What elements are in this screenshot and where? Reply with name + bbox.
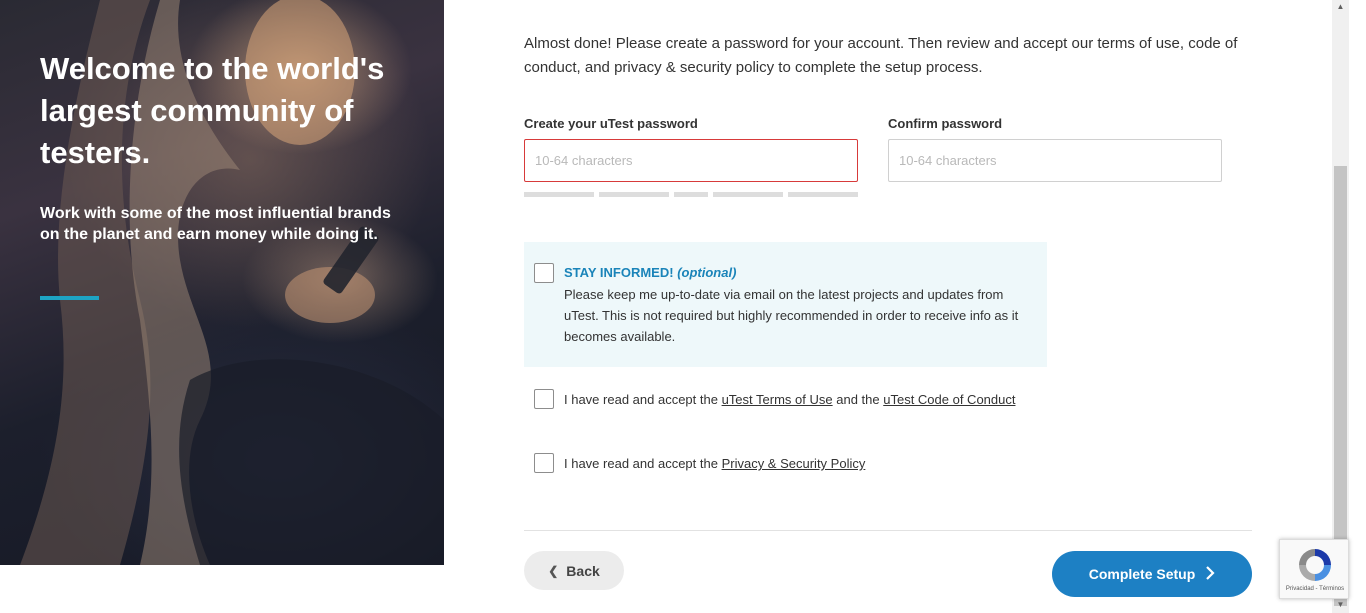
strength-segment — [788, 192, 858, 197]
terms-of-use-link[interactable]: uTest Terms of Use — [722, 392, 833, 407]
privacy-text: I have read and accept the Privacy & Sec… — [564, 453, 1024, 474]
confirm-password-input[interactable] — [888, 139, 1222, 182]
terms-prefix: I have read and accept the — [564, 392, 718, 407]
strength-segment — [524, 192, 594, 197]
complete-setup-button[interactable]: Complete Setup — [1052, 551, 1252, 597]
terms-text: I have read and accept the uTest Terms o… — [564, 389, 1024, 410]
recaptcha-badge[interactable]: Privacidad - Términos — [1279, 539, 1349, 599]
recaptcha-links[interactable]: Privacidad - Términos — [1280, 586, 1350, 592]
privacy-policy-link[interactable]: Privacy & Security Policy — [722, 456, 866, 471]
optional-label: (optional) — [677, 265, 737, 280]
stay-informed-checkbox[interactable] — [534, 263, 554, 283]
stay-informed-title: STAY INFORMED! (optional) — [564, 265, 736, 280]
recaptcha-logo-icon — [1299, 549, 1331, 581]
hero-title: Welcome to the world's largest community… — [40, 51, 385, 170]
strength-segment — [599, 192, 669, 197]
chevron-left-icon: ❮ — [548, 563, 559, 578]
password-label: Create your uTest password — [524, 116, 698, 131]
intro-text: Almost done! Please create a password fo… — [524, 35, 1238, 76]
strength-segment — [674, 192, 708, 197]
stay-informed-heading: STAY INFORMED! — [564, 265, 674, 280]
hero-subtitle: Work with some of the most influential b… — [40, 205, 391, 243]
back-button-label: Back — [566, 562, 600, 579]
scroll-up-arrow-icon[interactable]: ▲ — [1332, 0, 1349, 14]
terms-checkbox[interactable] — [534, 389, 554, 409]
scroll-down-arrow-icon[interactable]: ▼ — [1332, 598, 1349, 612]
code-of-conduct-link[interactable]: uTest Code of Conduct — [883, 392, 1015, 407]
footer-divider — [524, 530, 1252, 531]
terms-middle: and the — [836, 392, 880, 407]
privacy-prefix: I have read and accept the — [564, 456, 718, 471]
complete-setup-label: Complete Setup — [1088, 566, 1196, 582]
privacy-checkbox[interactable] — [534, 453, 554, 473]
strength-segment — [713, 192, 783, 197]
hero-accent-bar — [40, 296, 99, 300]
confirm-password-label: Confirm password — [888, 116, 1003, 131]
password-input[interactable] — [524, 139, 858, 182]
hero-panel: Welcome to the world's largest community… — [0, 0, 444, 565]
chevron-right-icon — [1205, 565, 1215, 583]
back-button[interactable]: ❮ Back — [524, 551, 624, 590]
password-strength-meter — [524, 192, 858, 197]
stay-informed-description: Please keep me up-to-date via email on t… — [564, 287, 1019, 344]
